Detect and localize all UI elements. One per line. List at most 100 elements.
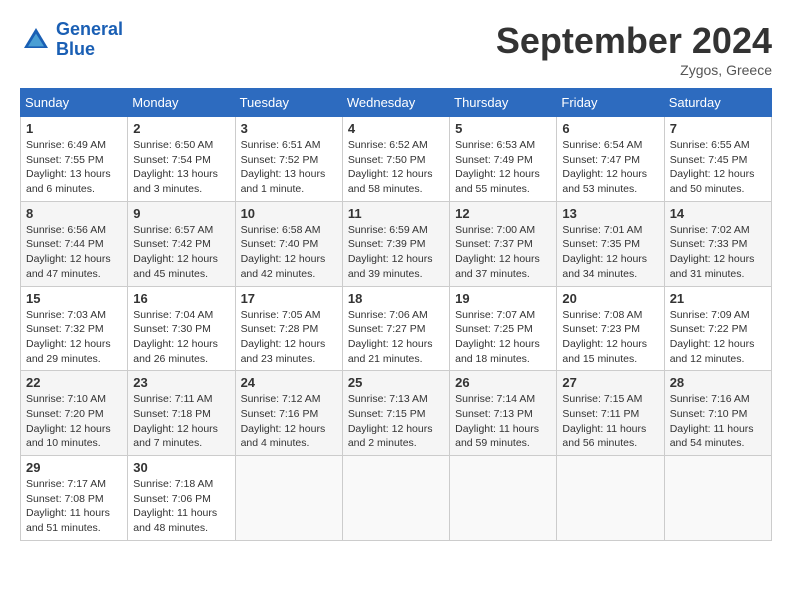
- day-number: 4: [348, 121, 444, 136]
- calendar-cell: 13 Sunrise: 7:01 AMSunset: 7:35 PMDayligh…: [557, 201, 664, 286]
- day-detail: Sunrise: 7:09 AMSunset: 7:22 PMDaylight:…: [670, 308, 766, 367]
- calendar-cell: 23 Sunrise: 7:11 AMSunset: 7:18 PMDayligh…: [128, 371, 235, 456]
- calendar-cell: 2Sunrise: 6:50 AMSunset: 7:54 PMDaylight…: [128, 117, 235, 202]
- calendar-cell: 9Sunrise: 6:57 AMSunset: 7:42 PMDaylight…: [128, 201, 235, 286]
- day-number: 6: [562, 121, 658, 136]
- weekday-header-monday: Monday: [128, 89, 235, 117]
- day-detail: Sunrise: 7:15 AMSunset: 7:11 PMDaylight:…: [562, 392, 658, 451]
- calendar-cell: 18 Sunrise: 7:06 AMSunset: 7:27 PMDayligh…: [342, 286, 449, 371]
- calendar-cell: 12 Sunrise: 7:00 AMSunset: 7:37 PMDayligh…: [450, 201, 557, 286]
- title-block: September 2024 Zygos, Greece: [496, 20, 772, 78]
- day-detail: Sunrise: 7:18 AMSunset: 7:06 PMDaylight:…: [133, 477, 229, 536]
- day-detail: Sunrise: 6:56 AMSunset: 7:44 PMDaylight:…: [26, 223, 122, 282]
- calendar-cell: 22Sunrise: 7:10 AMSunset: 7:20 PMDayligh…: [21, 371, 128, 456]
- calendar-cell: 26Sunrise: 7:14 AMSunset: 7:13 PMDayligh…: [450, 371, 557, 456]
- day-number: 18: [348, 291, 444, 306]
- day-number: 3: [241, 121, 337, 136]
- day-number: 20: [562, 291, 658, 306]
- day-detail: Sunrise: 6:49 AMSunset: 7:55 PMDaylight:…: [26, 138, 122, 197]
- day-number: 21: [670, 291, 766, 306]
- calendar-cell: [450, 456, 557, 541]
- calendar-cell: [664, 456, 771, 541]
- weekday-header-tuesday: Tuesday: [235, 89, 342, 117]
- calendar-cell: [557, 456, 664, 541]
- day-detail: Sunrise: 7:01 AMSunset: 7:35 PMDaylight:…: [562, 223, 658, 282]
- calendar-cell: 27Sunrise: 7:15 AMSunset: 7:11 PMDayligh…: [557, 371, 664, 456]
- day-number: 14: [670, 206, 766, 221]
- calendar-cell: 29 Sunrise: 7:17 AMSunset: 7:08 PMDayligh…: [21, 456, 128, 541]
- day-detail: Sunrise: 7:07 AMSunset: 7:25 PMDaylight:…: [455, 308, 551, 367]
- day-number: 9: [133, 206, 229, 221]
- day-detail: Sunrise: 7:16 AMSunset: 7:10 PMDaylight:…: [670, 392, 766, 451]
- day-detail: Sunrise: 7:08 AMSunset: 7:23 PMDaylight:…: [562, 308, 658, 367]
- day-number: 11: [348, 206, 444, 221]
- day-number: 30: [133, 460, 229, 475]
- day-number: 24: [241, 375, 337, 390]
- calendar-cell: 10Sunrise: 6:58 AMSunset: 7:40 PMDayligh…: [235, 201, 342, 286]
- day-detail: Sunrise: 7:04 AMSunset: 7:30 PMDaylight:…: [133, 308, 229, 367]
- day-number: 29: [26, 460, 122, 475]
- calendar-cell: [235, 456, 342, 541]
- calendar-cell: 25Sunrise: 7:13 AMSunset: 7:15 PMDayligh…: [342, 371, 449, 456]
- calendar-cell: 17 Sunrise: 7:05 AMSunset: 7:28 PMDayligh…: [235, 286, 342, 371]
- day-number: 8: [26, 206, 122, 221]
- day-number: 28: [670, 375, 766, 390]
- day-detail: Sunrise: 7:10 AMSunset: 7:20 PMDaylight:…: [26, 392, 122, 451]
- calendar-cell: 28 Sunrise: 7:16 AMSunset: 7:10 PMDayligh…: [664, 371, 771, 456]
- calendar-table: SundayMondayTuesdayWednesdayThursdayFrid…: [20, 88, 772, 541]
- calendar-cell: 21 Sunrise: 7:09 AMSunset: 7:22 PMDayligh…: [664, 286, 771, 371]
- weekday-header-thursday: Thursday: [450, 89, 557, 117]
- weekday-header-saturday: Saturday: [664, 89, 771, 117]
- day-number: 13: [562, 206, 658, 221]
- day-detail: Sunrise: 6:59 AMSunset: 7:39 PMDaylight:…: [348, 223, 444, 282]
- day-detail: Sunrise: 7:06 AMSunset: 7:27 PMDaylight:…: [348, 308, 444, 367]
- calendar-cell: 20 Sunrise: 7:08 AMSunset: 7:23 PMDayligh…: [557, 286, 664, 371]
- day-number: 17: [241, 291, 337, 306]
- day-detail: Sunrise: 6:58 AMSunset: 7:40 PMDaylight:…: [241, 223, 337, 282]
- day-detail: Sunrise: 6:54 AMSunset: 7:47 PMDaylight:…: [562, 138, 658, 197]
- day-number: 1: [26, 121, 122, 136]
- calendar-cell: 30 Sunrise: 7:18 AMSunset: 7:06 PMDayligh…: [128, 456, 235, 541]
- weekday-header-friday: Friday: [557, 89, 664, 117]
- day-detail: Sunrise: 7:11 AMSunset: 7:18 PMDaylight:…: [133, 392, 229, 451]
- day-detail: Sunrise: 7:00 AMSunset: 7:37 PMDaylight:…: [455, 223, 551, 282]
- page-header: General Blue September 2024 Zygos, Greec…: [20, 20, 772, 78]
- weekday-row: SundayMondayTuesdayWednesdayThursdayFrid…: [21, 89, 772, 117]
- day-number: 7: [670, 121, 766, 136]
- day-detail: Sunrise: 6:53 AMSunset: 7:49 PMDaylight:…: [455, 138, 551, 197]
- calendar-cell: 15 Sunrise: 7:03 AMSunset: 7:32 PMDayligh…: [21, 286, 128, 371]
- calendar-cell: 8 Sunrise: 6:56 AMSunset: 7:44 PMDaylight…: [21, 201, 128, 286]
- calendar-body: 1 Sunrise: 6:49 AMSunset: 7:55 PMDaylight…: [21, 117, 772, 541]
- calendar-cell: 6 Sunrise: 6:54 AMSunset: 7:47 PMDaylight…: [557, 117, 664, 202]
- month-title: September 2024: [496, 20, 772, 62]
- day-number: 23: [133, 375, 229, 390]
- day-number: 26: [455, 375, 551, 390]
- calendar-week-3: 15 Sunrise: 7:03 AMSunset: 7:32 PMDayligh…: [21, 286, 772, 371]
- calendar-cell: [342, 456, 449, 541]
- day-detail: Sunrise: 7:05 AMSunset: 7:28 PMDaylight:…: [241, 308, 337, 367]
- day-detail: Sunrise: 7:02 AMSunset: 7:33 PMDaylight:…: [670, 223, 766, 282]
- calendar-cell: 4 Sunrise: 6:52 AMSunset: 7:50 PMDaylight…: [342, 117, 449, 202]
- location: Zygos, Greece: [496, 62, 772, 78]
- logo-line1: General: [56, 19, 123, 39]
- day-number: 5: [455, 121, 551, 136]
- day-detail: Sunrise: 7:12 AMSunset: 7:16 PMDaylight:…: [241, 392, 337, 451]
- calendar-cell: 5 Sunrise: 6:53 AMSunset: 7:49 PMDaylight…: [450, 117, 557, 202]
- calendar-week-2: 8 Sunrise: 6:56 AMSunset: 7:44 PMDaylight…: [21, 201, 772, 286]
- calendar-week-1: 1 Sunrise: 6:49 AMSunset: 7:55 PMDaylight…: [21, 117, 772, 202]
- day-number: 12: [455, 206, 551, 221]
- day-detail: Sunrise: 7:17 AMSunset: 7:08 PMDaylight:…: [26, 477, 122, 536]
- day-detail: Sunrise: 7:13 AMSunset: 7:15 PMDaylight:…: [348, 392, 444, 451]
- logo-line2: Blue: [56, 40, 123, 60]
- logo-text: General Blue: [56, 20, 123, 60]
- day-detail: Sunrise: 7:03 AMSunset: 7:32 PMDaylight:…: [26, 308, 122, 367]
- day-number: 15: [26, 291, 122, 306]
- calendar-cell: 24 Sunrise: 7:12 AMSunset: 7:16 PMDayligh…: [235, 371, 342, 456]
- calendar-week-5: 29 Sunrise: 7:17 AMSunset: 7:08 PMDayligh…: [21, 456, 772, 541]
- day-detail: Sunrise: 6:52 AMSunset: 7:50 PMDaylight:…: [348, 138, 444, 197]
- calendar-cell: 19 Sunrise: 7:07 AMSunset: 7:25 PMDayligh…: [450, 286, 557, 371]
- calendar-cell: 14 Sunrise: 7:02 AMSunset: 7:33 PMDayligh…: [664, 201, 771, 286]
- calendar-cell: 3Sunrise: 6:51 AMSunset: 7:52 PMDaylight…: [235, 117, 342, 202]
- calendar-cell: 7Sunrise: 6:55 AMSunset: 7:45 PMDaylight…: [664, 117, 771, 202]
- day-number: 19: [455, 291, 551, 306]
